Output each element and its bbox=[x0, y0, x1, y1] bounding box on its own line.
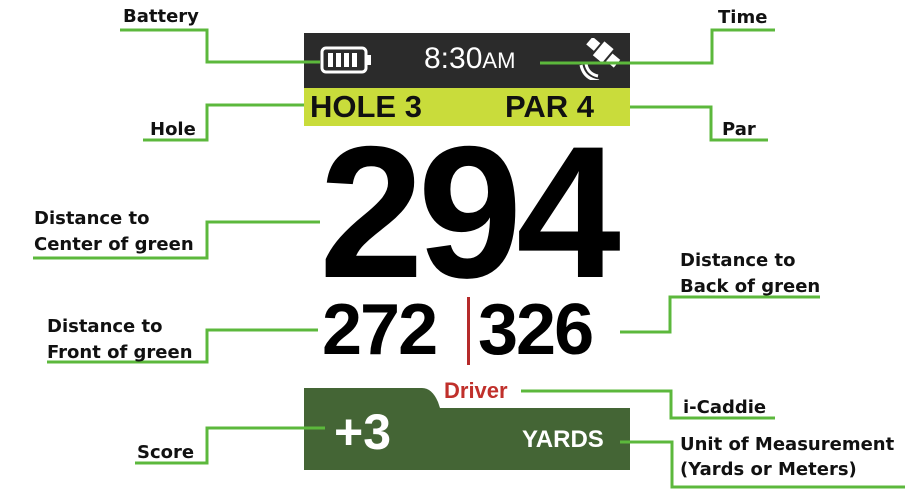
battery-callout: Battery bbox=[123, 6, 199, 27]
unit-callout-line1: Unit of Measurement bbox=[680, 434, 895, 455]
leader-back bbox=[620, 295, 820, 334]
leader-time bbox=[540, 28, 775, 65]
time-callout: Time bbox=[718, 7, 768, 28]
center-callout-line1: Distance to bbox=[34, 208, 150, 229]
par-callout: Par bbox=[722, 119, 756, 140]
back-callout-line1: Distance to bbox=[680, 250, 796, 271]
center-callout-line2: Center of green bbox=[34, 234, 194, 255]
back-callout-line2: Back of green bbox=[680, 276, 821, 297]
score-callout: Score bbox=[137, 442, 195, 463]
icaddie-callout: i-Caddie bbox=[683, 397, 767, 418]
front-callout-line1: Distance to bbox=[47, 316, 163, 337]
front-callout-line2: Front of green bbox=[47, 342, 193, 363]
unit-callout-line2: (Yards or Meters) bbox=[680, 459, 857, 480]
leader-battery bbox=[120, 28, 320, 64]
hole-callout: Hole bbox=[150, 119, 196, 140]
